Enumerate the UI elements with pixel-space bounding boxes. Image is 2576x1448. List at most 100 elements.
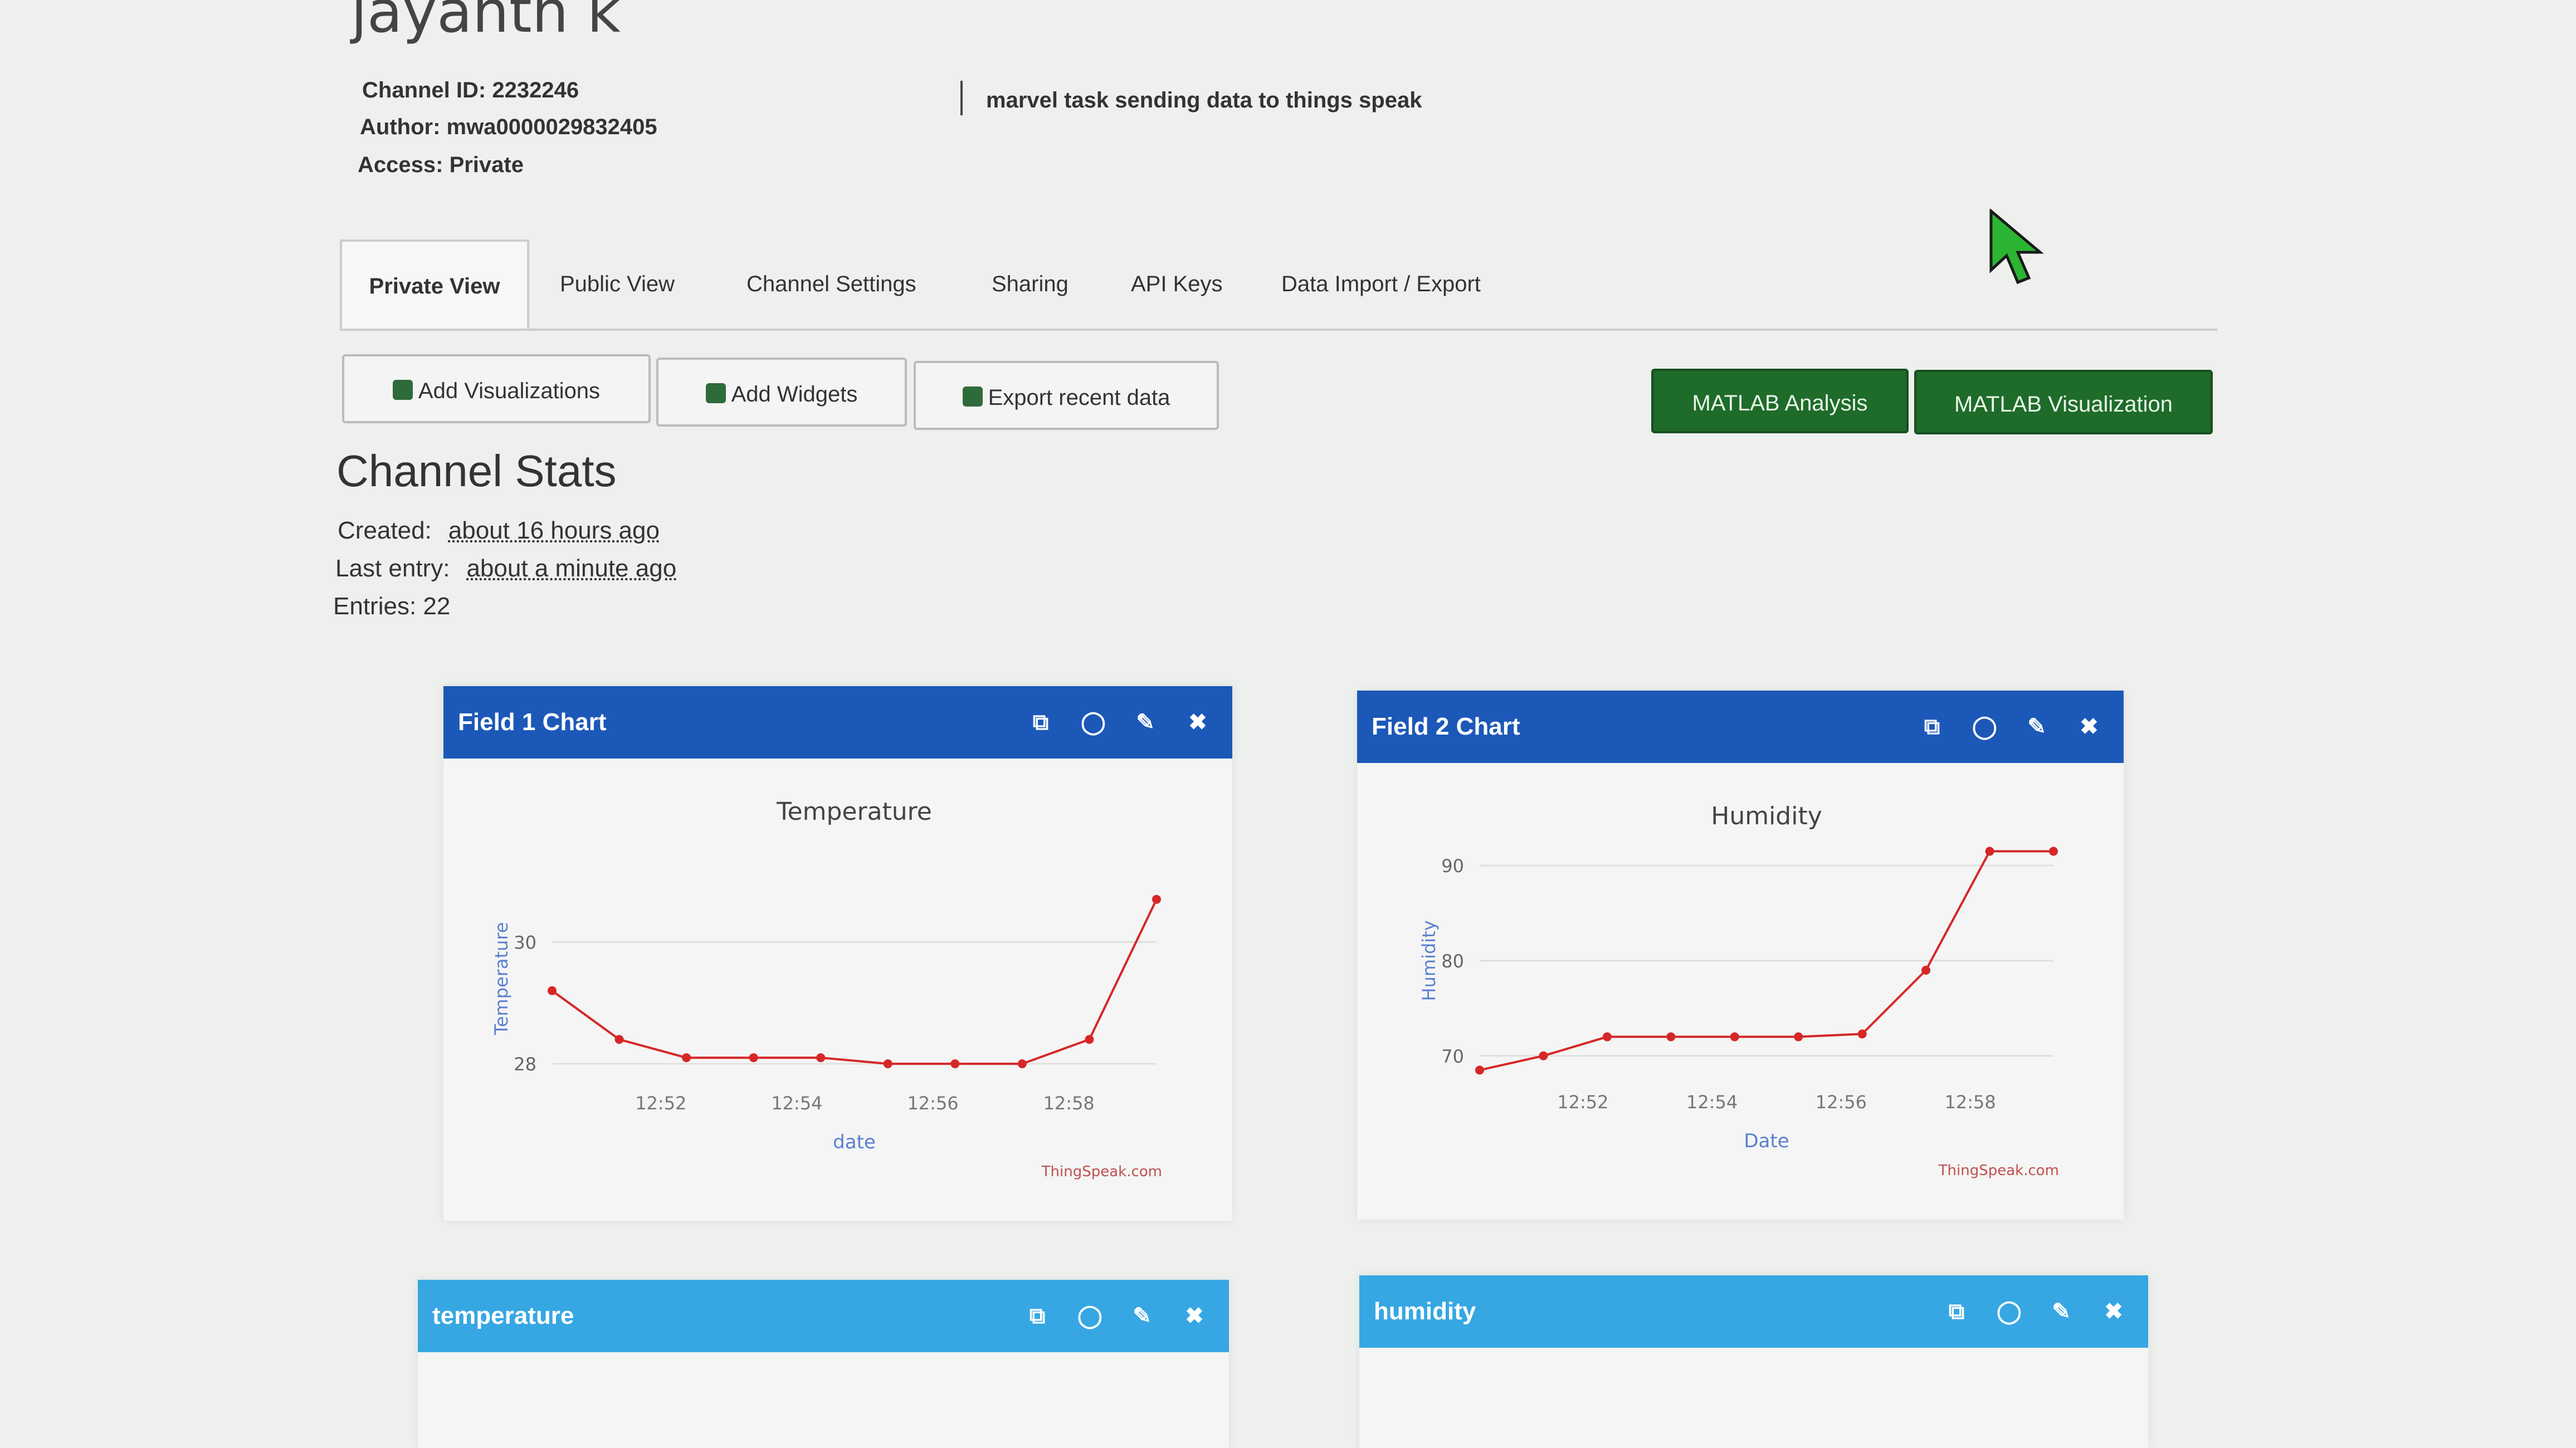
data-point <box>1085 1035 1094 1044</box>
data-point <box>1539 1051 1548 1060</box>
data-point <box>1921 966 1931 975</box>
export-recent-data-label: Export recent data <box>988 385 1170 410</box>
humidity-widget-header: humidity ⧉ ◯ ✎ ✖ <box>1359 1275 2148 1348</box>
created-label: Created: <box>338 517 432 544</box>
y-axis-label: Humidity <box>1418 920 1440 1001</box>
x-tick-label: 12:58 <box>1043 1093 1095 1114</box>
x-tick-label: 12:56 <box>907 1093 958 1114</box>
stat-created: Created: about 16 hours ago <box>338 517 660 545</box>
field-2-chart-header: Field 2 Chart ⧉ ◯ ✎ ✖ <box>1357 691 2124 763</box>
stat-last-entry: Last entry: about a minute ago <box>335 555 676 583</box>
x-tick-label: 12:54 <box>771 1093 822 1114</box>
tab-api-keys[interactable]: API Keys <box>1131 239 1223 329</box>
channel-tabs: Private View Public View Channel Setting… <box>340 239 2217 331</box>
data-point <box>1602 1032 1612 1041</box>
temperature-widget-panel: temperature ⧉ ◯ ✎ ✖ <box>418 1280 1229 1448</box>
channel-author: Author: mwa0000029832405 <box>360 115 657 140</box>
matlab-analysis-button[interactable]: MATLAB Analysis <box>1651 369 1909 433</box>
export-recent-data-button[interactable]: Export recent data <box>914 361 1219 430</box>
add-widgets-button[interactable]: Add Widgets <box>656 358 907 427</box>
comment-icon[interactable]: ◯ <box>1077 1280 1102 1352</box>
last-entry-label: Last entry: <box>335 555 450 582</box>
created-value: about 16 hours ago <box>448 517 660 544</box>
edit-pencil-icon[interactable]: ✎ <box>1130 1280 1154 1352</box>
external-link-icon[interactable]: ⧉ <box>1920 691 1944 763</box>
field-1-chart-panel: Field 1 Chart ⧉ ◯ ✎ ✖ Temperature 28 30 12:… <box>443 686 1232 1221</box>
y-tick-label: 30 <box>514 932 536 953</box>
data-point <box>1017 1059 1027 1069</box>
data-point <box>883 1059 892 1069</box>
close-icon[interactable]: ✖ <box>1185 686 1210 759</box>
channel-id-value: 2232246 <box>492 78 579 102</box>
access-label: Access: <box>358 153 443 177</box>
data-point <box>1475 1065 1484 1075</box>
add-visualizations-button[interactable]: Add Visualizations <box>342 354 651 423</box>
export-icon <box>962 387 983 407</box>
x-tick-label: 12:52 <box>1557 1092 1608 1113</box>
tab-data-import-export[interactable]: Data Import / Export <box>1281 239 1481 329</box>
data-point <box>816 1053 826 1063</box>
temperature-widget-header: temperature ⧉ ◯ ✎ ✖ <box>418 1280 1229 1352</box>
edit-pencil-icon[interactable]: ✎ <box>2024 691 2049 763</box>
x-tick-label: 12:58 <box>1945 1092 1996 1113</box>
channel-id-label: Channel ID: <box>362 78 486 102</box>
close-icon[interactable]: ✖ <box>2101 1275 2126 1348</box>
edit-pencil-icon[interactable]: ✎ <box>2049 1275 2074 1348</box>
x-tick-label: 12:56 <box>1816 1092 1867 1113</box>
close-icon[interactable]: ✖ <box>2077 691 2101 763</box>
y-tick-label: 90 <box>1441 855 1464 877</box>
humidity-widget-panel: humidity ⧉ ◯ ✎ ✖ <box>1359 1275 2148 1448</box>
stat-entries: Entries: 22 <box>333 593 450 620</box>
x-tick-label: 12:54 <box>1686 1092 1738 1113</box>
external-link-icon[interactable]: ⧉ <box>1028 686 1053 759</box>
y-tick-label: 80 <box>1441 951 1464 972</box>
entries-label: Entries: <box>333 593 417 620</box>
data-point <box>682 1053 691 1063</box>
temperature-chart: Temperature283012:52 12:54 12:56 12:58dateT… <box>491 798 1162 1180</box>
field-2-chart-panel: Field 2 Chart ⧉ ◯ ✎ ✖ Humidity 70 80 90 12:5… <box>1357 691 2124 1220</box>
author-value: mwa0000029832405 <box>446 115 657 139</box>
y-tick-label: 70 <box>1441 1046 1464 1067</box>
y-tick-label: 28 <box>514 1054 536 1075</box>
data-point <box>1985 847 1994 856</box>
field-1-chart-header: Field 1 Chart ⧉ ◯ ✎ ✖ <box>443 686 1232 759</box>
plus-icon <box>392 380 413 400</box>
data-point <box>614 1035 624 1044</box>
tab-private-view[interactable]: Private View <box>340 239 529 329</box>
channel-description: marvel task sending data to things speak <box>986 88 1422 112</box>
x-axis-label: Date <box>1744 1130 1789 1152</box>
chart-title: Humidity <box>1711 802 1822 830</box>
tab-sharing[interactable]: Sharing <box>992 239 1069 329</box>
chart-title: Temperature <box>776 798 932 826</box>
entries-value: 22 <box>423 593 451 620</box>
data-point <box>1666 1032 1676 1041</box>
plus-icon <box>705 383 726 404</box>
data-point <box>2049 847 2058 856</box>
add-widgets-label: Add Widgets <box>731 382 858 407</box>
description-divider <box>960 81 963 115</box>
access-value: Private <box>449 153 524 177</box>
tab-channel-settings[interactable]: Channel Settings <box>747 239 916 329</box>
data-point <box>548 986 557 995</box>
data-point <box>1857 1029 1867 1039</box>
matlab-visualization-button[interactable]: MATLAB Visualization <box>1914 370 2213 434</box>
temperature-widget-title: temperature <box>432 1302 574 1329</box>
close-icon[interactable]: ✖ <box>1182 1280 1207 1352</box>
x-axis-label: date <box>833 1131 876 1153</box>
external-link-icon[interactable]: ⧉ <box>1025 1280 1050 1352</box>
data-point <box>950 1059 960 1069</box>
edit-pencil-icon[interactable]: ✎ <box>1133 686 1158 759</box>
data-point <box>1152 894 1161 904</box>
tab-public-view[interactable]: Public View <box>560 239 675 329</box>
channel-stats-title: Channel Stats <box>336 446 617 496</box>
comment-icon[interactable]: ◯ <box>1997 1275 2022 1348</box>
external-link-icon[interactable]: ⧉ <box>1944 1275 1969 1348</box>
last-entry-value: about a minute ago <box>466 555 677 582</box>
comment-icon[interactable]: ◯ <box>1972 691 1997 763</box>
comment-icon[interactable]: ◯ <box>1081 686 1106 759</box>
channel-access: Access: Private <box>358 153 524 178</box>
field-2-chart-title: Field 2 Chart <box>1372 713 1520 740</box>
humidity-widget-title: humidity <box>1374 1298 1476 1325</box>
data-point <box>1730 1032 1739 1041</box>
series-line <box>551 898 1158 1065</box>
